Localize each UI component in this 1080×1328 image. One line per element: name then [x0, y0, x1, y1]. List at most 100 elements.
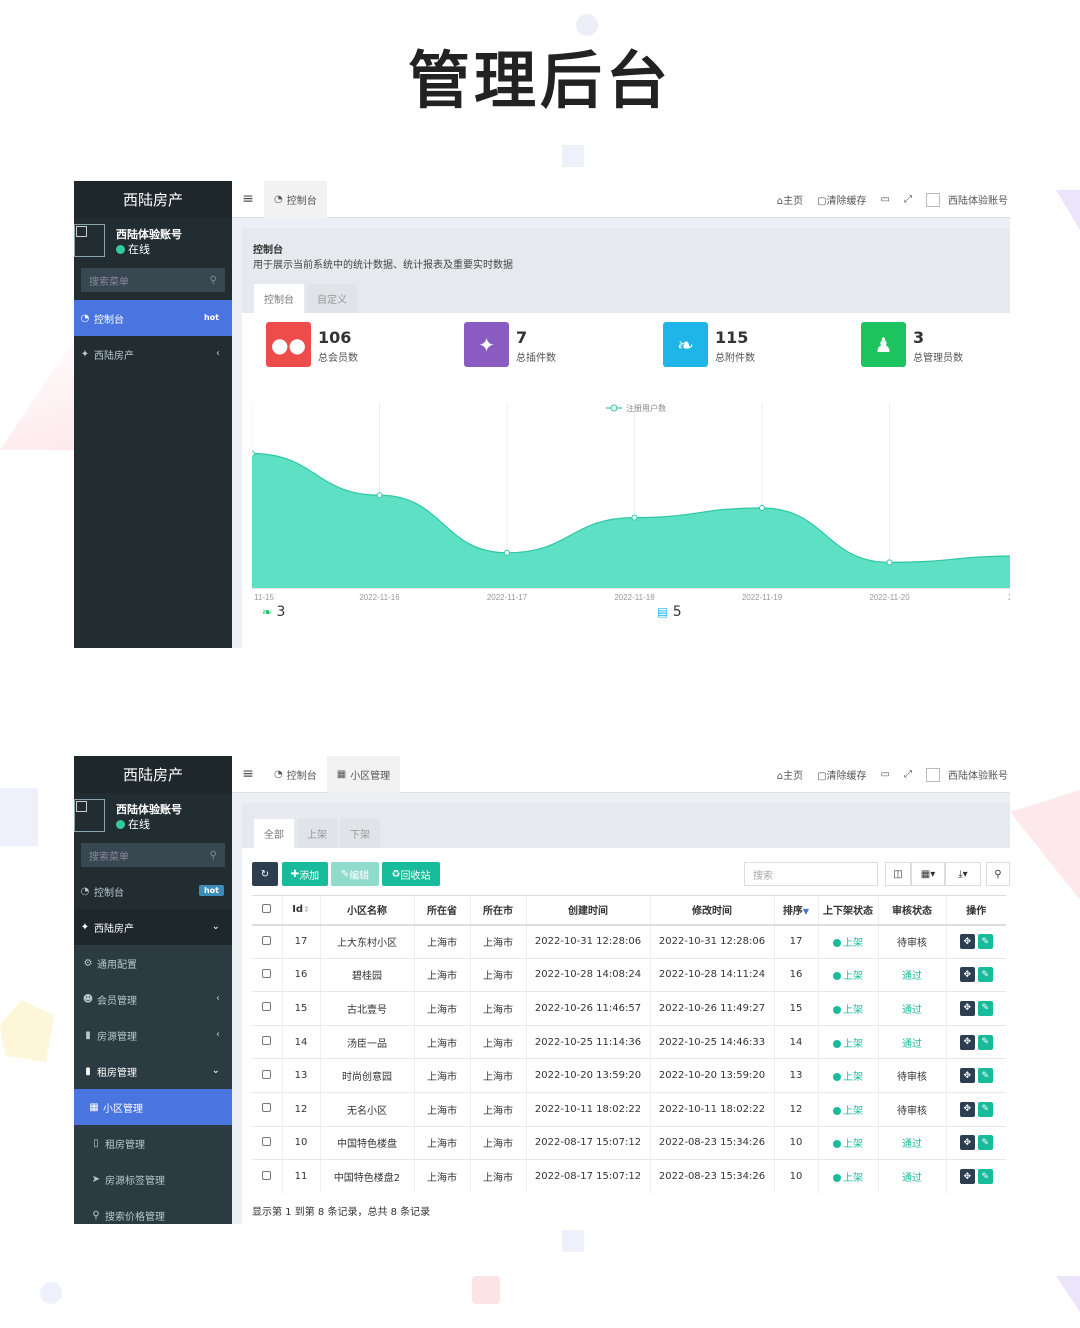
tab-dashboard[interactable]: ◔ 控制台: [264, 181, 327, 218]
select-all-checkbox[interactable]: [262, 903, 272, 913]
row-checkbox[interactable]: [262, 1036, 272, 1046]
cell-name: 汤臣一品: [319, 1024, 414, 1059]
drag-move-icon[interactable]: ✥: [959, 934, 975, 950]
leaf-icon: ❧: [262, 605, 273, 619]
sidebar-item-xilu-realty[interactable]: ✦ 西陆房产 ⌄: [74, 909, 232, 945]
cell-shelf-status[interactable]: 上架: [817, 1091, 878, 1127]
sidebar-item-rental-management[interactable]: ▮ 租房管理 ⌄: [74, 1053, 232, 1089]
menu-search-input[interactable]: 搜索菜单 ⚲: [81, 268, 225, 292]
edit-button[interactable]: ✎ 编辑: [331, 862, 379, 886]
edit-pencil-icon[interactable]: ✎: [977, 1000, 993, 1016]
table-row[interactable]: 13 时尚创意园 上海市 上海市 2022-10-20 13:59:20 2022-10-…: [252, 1058, 1006, 1093]
table-row[interactable]: 14 汤臣一品 上海市 上海市 2022-10-25 11:14:36 2022-10-2…: [252, 1024, 1006, 1059]
sidebar-item-price-search[interactable]: ⚲ 搜索价格管理: [74, 1197, 232, 1224]
table-row[interactable]: 15 古北壹号 上海市 上海市 2022-10-26 11:46:57 2022-10-2…: [252, 991, 1006, 1026]
drag-move-icon[interactable]: ✥: [959, 967, 975, 983]
recycle-bin-button[interactable]: ♻ 回收站: [382, 862, 440, 886]
menu-toggle-icon[interactable]: ≡: [232, 766, 264, 782]
users-icon: ●●: [266, 322, 311, 367]
account-menu[interactable]: 西陆体验账号: [926, 192, 1008, 207]
toggle-view-button[interactable]: ◫: [885, 862, 911, 886]
drag-move-icon[interactable]: ✥: [959, 1034, 975, 1050]
home-link[interactable]: ⌂主页: [777, 767, 803, 782]
cell-shelf-status[interactable]: 上架: [817, 991, 878, 1026]
tab-all[interactable]: 全部: [254, 819, 294, 848]
sidebar-item-listing-tags[interactable]: ➤ 房源标签管理: [74, 1161, 232, 1197]
table-row[interactable]: 11 中国特色楼盘2 上海市 上海市 2022-08-17 15:07:12 2022-0…: [252, 1159, 1006, 1194]
clear-cache-button[interactable]: ▢清除缓存: [817, 767, 866, 782]
brand-logo[interactable]: 西陆房产: [74, 756, 232, 793]
menu-search-input[interactable]: 搜索菜单 ⚲: [81, 843, 225, 867]
cell-shelf-status[interactable]: 上架: [817, 924, 878, 959]
row-checkbox[interactable]: [262, 1002, 272, 1012]
tab-community-management[interactable]: ▦ 小区管理: [326, 756, 401, 793]
cell-shelf-status[interactable]: 上架: [817, 1024, 878, 1059]
row-checkbox[interactable]: [262, 1069, 272, 1079]
row-checkbox[interactable]: [262, 1170, 272, 1180]
fullscreen-icon[interactable]: ⤢: [904, 769, 912, 780]
menu-toggle-icon[interactable]: ≡: [232, 191, 264, 207]
cell-shelf-status[interactable]: 上架: [817, 1125, 878, 1160]
edit-pencil-icon[interactable]: ✎: [977, 967, 993, 983]
community-table: Id⇕ 小区名称 所在省 所在市 创建时间 修改时间 排序▼ 上下架状态 审核状…: [252, 895, 1006, 1194]
search-icon[interactable]: ⚲: [210, 850, 217, 861]
tab-dashboard[interactable]: ◔ 控制台: [264, 756, 327, 793]
edit-pencil-icon[interactable]: ✎: [977, 1135, 993, 1151]
fullscreen-icon[interactable]: ⤢: [904, 194, 912, 205]
edit-pencil-icon[interactable]: ✎: [977, 1068, 993, 1084]
drag-move-icon[interactable]: ✥: [959, 1000, 975, 1016]
brand-logo[interactable]: 西陆房产: [74, 181, 232, 218]
sidebar-item-dashboard[interactable]: ◔ 控制台 hot: [74, 300, 232, 336]
drag-move-icon[interactable]: ✥: [959, 1101, 975, 1117]
export-dropdown[interactable]: ⤓▾: [945, 862, 981, 886]
sidebar-item-listing-management[interactable]: ▮ 房源管理 ‹: [74, 1017, 232, 1053]
drag-move-icon[interactable]: ✥: [959, 1068, 975, 1084]
edit-pencil-icon[interactable]: ✎: [977, 1034, 993, 1050]
tab-on-shelf[interactable]: 上架: [297, 819, 337, 848]
cell-actions: ✥ ✎: [945, 1058, 1006, 1093]
refresh-button[interactable]: ↻: [252, 862, 278, 886]
search-icon[interactable]: ⚲: [210, 275, 217, 286]
cell-shelf-status[interactable]: 上架: [817, 1159, 878, 1194]
row-checkbox[interactable]: [262, 968, 272, 978]
tab-dashboard[interactable]: 控制台: [254, 284, 304, 313]
account-menu[interactable]: 西陆体验账号: [926, 767, 1008, 782]
edit-pencil-icon[interactable]: ✎: [977, 1169, 993, 1185]
sidebar-item-general-config[interactable]: ⚙ 通用配置: [74, 945, 232, 981]
language-icon[interactable]: ▭: [881, 769, 890, 780]
cell-shelf-status[interactable]: 上架: [817, 957, 878, 992]
table-row[interactable]: 17 上大东村小区 上海市 上海市 2022-10-31 12:28:06 2022-10…: [252, 924, 1006, 959]
advanced-search-button[interactable]: ⚲: [986, 862, 1010, 886]
sidebar-item-member-management[interactable]: ☻ 会员管理 ‹: [74, 981, 232, 1017]
sidebar-item-xilu-realty[interactable]: ✦ 西陆房产 ‹: [74, 336, 232, 372]
cell-shelf-status[interactable]: 上架: [817, 1058, 878, 1093]
tab-off-shelf[interactable]: 下架: [340, 819, 380, 848]
chevron-left-icon: ‹: [216, 993, 220, 1004]
status-dot-icon: [833, 1005, 841, 1014]
x-tick-label: 2022-11-19: [742, 593, 783, 602]
row-checkbox[interactable]: [262, 1136, 272, 1146]
add-button[interactable]: ✚ 添加: [282, 862, 328, 886]
column-header-name: 小区名称: [319, 895, 414, 926]
row-checkbox[interactable]: [262, 1103, 272, 1113]
language-icon[interactable]: ▭: [881, 194, 890, 205]
columns-dropdown[interactable]: ▦▾: [911, 862, 945, 886]
tab-custom[interactable]: 自定义: [307, 284, 357, 313]
table-search-input[interactable]: 搜索: [744, 862, 878, 886]
sidebar-item-dashboard[interactable]: ◔ 控制台 hot: [74, 873, 232, 909]
drag-move-icon[interactable]: ✥: [959, 1169, 975, 1185]
sidebar-item-community-management[interactable]: ▦ 小区管理: [74, 1089, 232, 1125]
edit-pencil-icon[interactable]: ✎: [977, 1101, 993, 1117]
drag-move-icon[interactable]: ✥: [959, 1135, 975, 1151]
edit-pencil-icon[interactable]: ✎: [977, 934, 993, 950]
table-row[interactable]: 16 碧桂园 上海市 上海市 2022-10-28 14:08:24 2022-10-28…: [252, 957, 1006, 992]
table-row[interactable]: 10 中国特色楼盘 上海市 上海市 2022-08-17 15:07:12 2022-08…: [252, 1125, 1006, 1160]
row-checkbox[interactable]: [262, 935, 272, 945]
table-row[interactable]: 12 无名小区 上海市 上海市 2022-10-11 18:02:22 2022-10-1…: [252, 1091, 1006, 1127]
clear-cache-button[interactable]: ▢清除缓存: [817, 192, 866, 207]
bg-square: [472, 1276, 500, 1304]
column-header-sort[interactable]: 排序▼: [773, 895, 818, 926]
column-header-id[interactable]: Id⇕: [281, 895, 320, 926]
sidebar-item-rental-list[interactable]: ▯ 租房管理: [74, 1125, 232, 1161]
home-link[interactable]: ⌂主页: [777, 192, 803, 207]
